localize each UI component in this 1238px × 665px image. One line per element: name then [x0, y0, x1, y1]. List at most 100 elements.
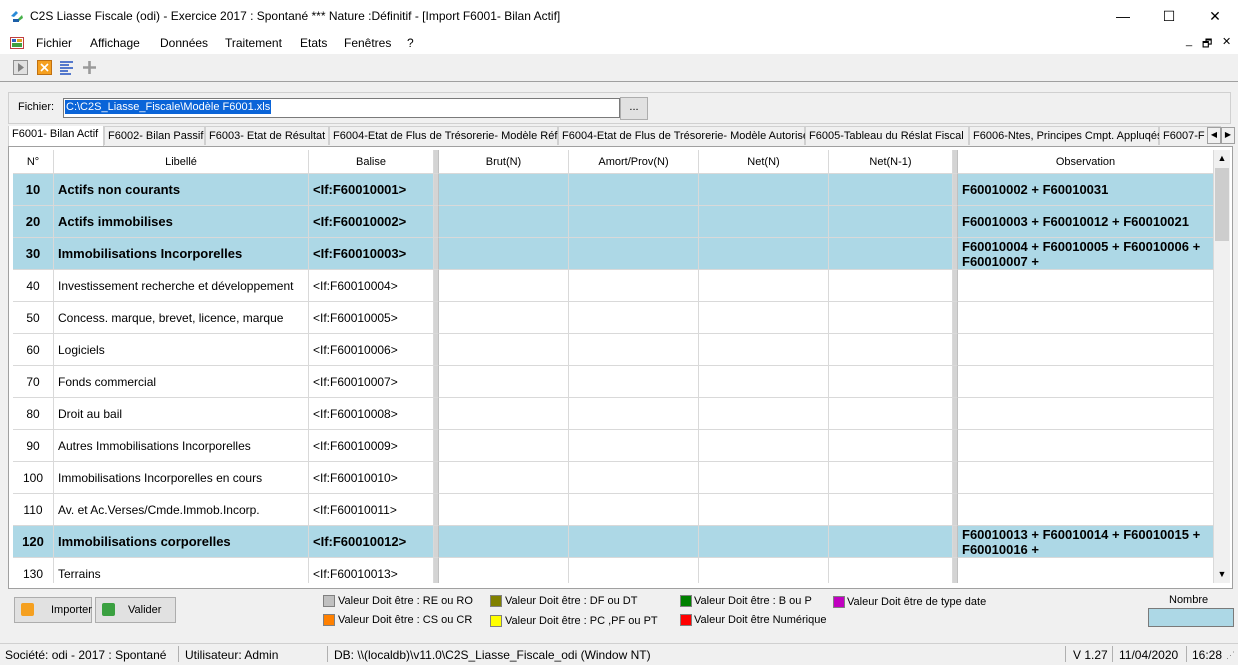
menu-fenetres[interactable]: Fenêtres	[344, 36, 391, 50]
table-row[interactable]: 130 Terrains <If:F60010013>	[13, 558, 1214, 583]
mdi-minimize-button[interactable]: _	[1186, 35, 1192, 47]
cell-libelle[interactable]: Actifs immobilises	[54, 206, 309, 238]
cell-amort-prov[interactable]	[569, 238, 699, 270]
cell-brut[interactable]	[439, 398, 569, 430]
cell-balise[interactable]: <If:F60010009>	[309, 430, 434, 462]
table-row[interactable]: 10 Actifs non courants <If:F60010001> F6001…	[13, 174, 1214, 206]
header-amort-prov[interactable]: Amort/Prov(N)	[569, 150, 699, 174]
table-row[interactable]: 120 Immobilisations corporelles <If:F60010…	[13, 526, 1214, 558]
table-row[interactable]: 100 Immobilisations Incorporelles en cour…	[13, 462, 1214, 494]
file-path-value[interactable]: C:\C2S_Liasse_Fiscale\Modèle F6001.xls	[65, 100, 272, 114]
header-brut[interactable]: Brut(N)	[439, 150, 569, 174]
table-row[interactable]: 60 Logiciels <If:F60010006>	[13, 334, 1214, 366]
cell-balise[interactable]: <If:F60010008>	[309, 398, 434, 430]
cell-amort-prov[interactable]	[569, 302, 699, 334]
cell-amort-prov[interactable]	[569, 206, 699, 238]
cell-libelle[interactable]: Fonds commercial	[54, 366, 309, 398]
importer-button[interactable]: Importer	[14, 597, 92, 623]
cell-observation[interactable]	[958, 334, 1214, 366]
tab-scroll-left-button[interactable]: ◀	[1207, 127, 1221, 144]
header-balise[interactable]: Balise	[309, 150, 434, 174]
cell-balise[interactable]: <If:F60010011>	[309, 494, 434, 526]
valider-button[interactable]: Valider	[95, 597, 176, 623]
cell-net-n-1[interactable]	[829, 526, 953, 558]
cell-net[interactable]	[699, 366, 829, 398]
cell-numero[interactable]: 130	[13, 558, 54, 583]
cell-net[interactable]	[699, 206, 829, 238]
cell-brut[interactable]	[439, 462, 569, 494]
cell-numero[interactable]: 70	[13, 366, 54, 398]
cell-observation[interactable]: F60010004 + F60010005 + F60010006 + F600…	[958, 238, 1214, 270]
cell-amort-prov[interactable]	[569, 526, 699, 558]
cell-amort-prov[interactable]	[569, 462, 699, 494]
cell-brut[interactable]	[439, 430, 569, 462]
cell-libelle[interactable]: Terrains	[54, 558, 309, 583]
cell-balise[interactable]: <If:F60010012>	[309, 526, 434, 558]
cell-observation[interactable]	[958, 302, 1214, 334]
cell-net[interactable]	[699, 270, 829, 302]
header-net-n-1[interactable]: Net(N-1)	[829, 150, 953, 174]
cell-libelle[interactable]: Actifs non courants	[54, 174, 309, 206]
cell-numero[interactable]: 80	[13, 398, 54, 430]
cell-net-n-1[interactable]	[829, 334, 953, 366]
cell-observation[interactable]	[958, 366, 1214, 398]
cell-brut[interactable]	[439, 302, 569, 334]
cell-numero[interactable]: 50	[13, 302, 54, 334]
cell-balise[interactable]: <If:F60010010>	[309, 462, 434, 494]
cell-observation[interactable]	[958, 558, 1214, 583]
cell-amort-prov[interactable]	[569, 558, 699, 583]
cell-libelle[interactable]: Logiciels	[54, 334, 309, 366]
close-button[interactable]: ✕	[1192, 0, 1238, 32]
cell-net[interactable]	[699, 398, 829, 430]
cell-libelle[interactable]: Investissement recherche et développemen…	[54, 270, 309, 302]
cell-amort-prov[interactable]	[569, 174, 699, 206]
cancel-x-icon[interactable]	[37, 60, 52, 75]
cell-balise[interactable]: <If:F60010003>	[309, 238, 434, 270]
cell-balise[interactable]: <If:F60010004>	[309, 270, 434, 302]
menu-traitement[interactable]: Traitement	[225, 36, 282, 50]
cell-observation[interactable]	[958, 398, 1214, 430]
cell-amort-prov[interactable]	[569, 366, 699, 398]
table-row[interactable]: 50 Concess. marque, brevet, licence, marq…	[13, 302, 1214, 334]
browse-button[interactable]: ...	[620, 97, 648, 120]
cell-libelle[interactable]: Immobilisations corporelles	[54, 526, 309, 558]
cell-numero[interactable]: 100	[13, 462, 54, 494]
cell-net-n-1[interactable]	[829, 558, 953, 583]
cell-observation[interactable]	[958, 270, 1214, 302]
cell-libelle[interactable]: Av. et Ac.Verses/Cmde.Immob.Incorp.	[54, 494, 309, 526]
menu-etats[interactable]: Etats	[300, 36, 327, 50]
cell-net[interactable]	[699, 238, 829, 270]
cell-brut[interactable]	[439, 334, 569, 366]
maximize-button[interactable]: ☐	[1146, 0, 1192, 32]
cell-numero[interactable]: 110	[13, 494, 54, 526]
cell-net[interactable]	[699, 558, 829, 583]
scroll-thumb[interactable]	[1215, 168, 1229, 241]
header-numero[interactable]: N°	[13, 150, 54, 174]
cell-numero[interactable]: 20	[13, 206, 54, 238]
cell-net-n-1[interactable]	[829, 174, 953, 206]
cell-libelle[interactable]: Concess. marque, brevet, licence, marque	[54, 302, 309, 334]
cell-observation[interactable]: F60010013 + F60010014 + F60010015 + F600…	[958, 526, 1214, 558]
menu-help[interactable]: ?	[407, 36, 414, 50]
cell-net[interactable]	[699, 526, 829, 558]
tab-f6003[interactable]: F6003- Etat de Résultat	[205, 126, 329, 145]
plus-icon[interactable]	[82, 60, 97, 75]
cell-balise[interactable]: <If:F60010006>	[309, 334, 434, 366]
table-row[interactable]: 30 Immobilisations Incorporelles <If:F6001…	[13, 238, 1214, 270]
cell-brut[interactable]	[439, 238, 569, 270]
cell-numero[interactable]: 10	[13, 174, 54, 206]
cell-net-n-1[interactable]	[829, 206, 953, 238]
tab-f6006[interactable]: F6006-Ntes, Principes Cmpt. Appluqés	[969, 126, 1163, 145]
cell-net[interactable]	[699, 302, 829, 334]
cell-libelle[interactable]: Droit au bail	[54, 398, 309, 430]
table-row[interactable]: 90 Autres Immobilisations Incorporelles <I…	[13, 430, 1214, 462]
cell-libelle[interactable]: Immobilisations Incorporelles en cours	[54, 462, 309, 494]
mdi-document-icon[interactable]	[10, 37, 24, 49]
cell-brut[interactable]	[439, 174, 569, 206]
header-libelle[interactable]: Libellé	[54, 150, 309, 174]
mdi-close-button[interactable]: ✕	[1222, 35, 1231, 48]
tab-scroll-right-button[interactable]: ▶	[1221, 127, 1235, 144]
cell-brut[interactable]	[439, 366, 569, 398]
cell-brut[interactable]	[439, 494, 569, 526]
cell-balise[interactable]: <If:F60010013>	[309, 558, 434, 583]
